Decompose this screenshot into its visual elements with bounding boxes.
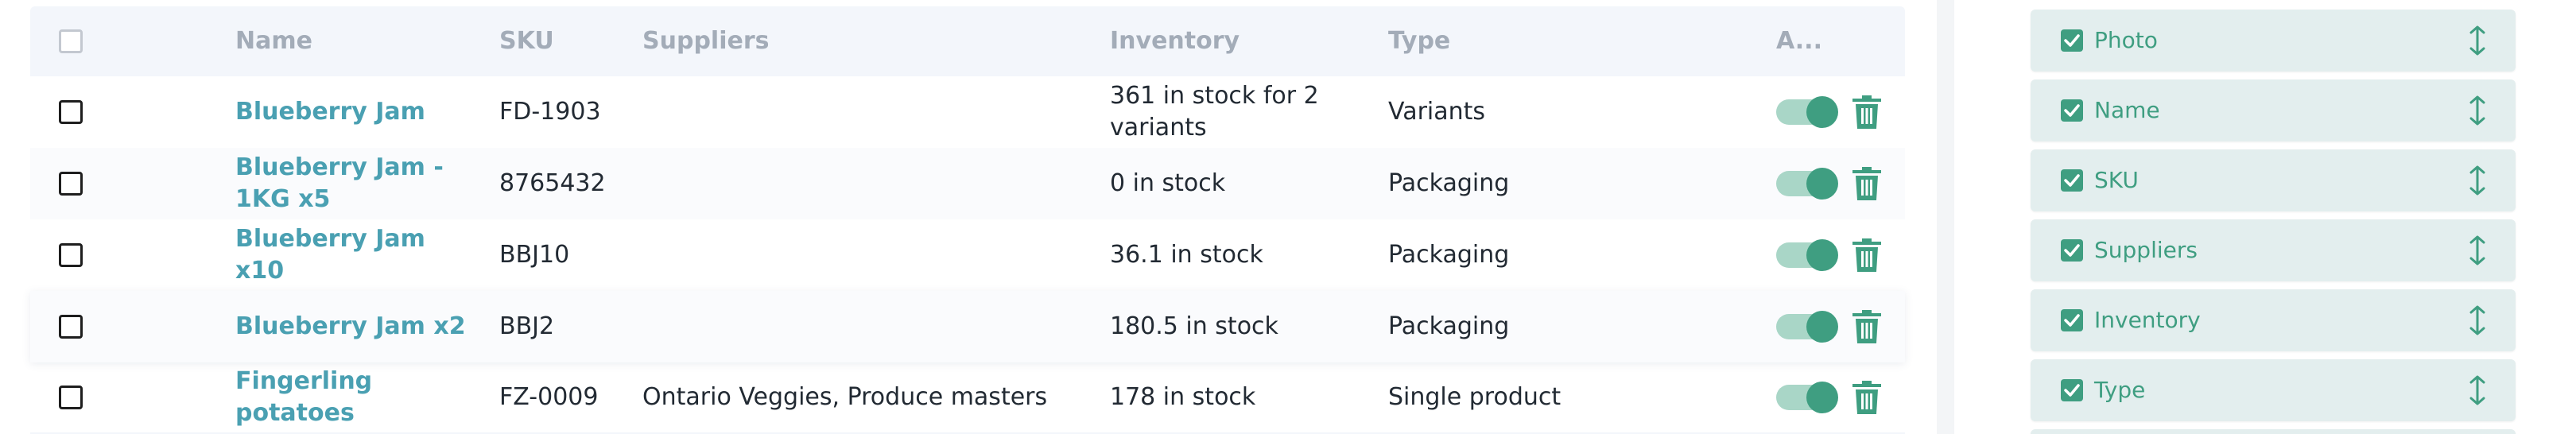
column-header-actions[interactable]: A... (1776, 25, 1822, 57)
product-name-link[interactable]: Blueberry Jam - 1KG x5 (235, 152, 482, 215)
row-checkbox[interactable] (59, 172, 83, 196)
products-page: Name SKU Suppliers Inventory Type A... B… (0, 0, 2576, 434)
active-toggle[interactable] (1776, 382, 1838, 413)
check-icon (2064, 244, 2080, 257)
column-visible-checkbox[interactable] (2061, 29, 2083, 52)
drag-handle-icon[interactable] (2468, 374, 2487, 406)
trash-icon[interactable] (1852, 310, 1881, 343)
column-setting-label: Type (2094, 377, 2146, 403)
product-inventory: 0 in stock (1110, 169, 1226, 197)
row-checkbox[interactable] (59, 315, 83, 339)
product-sku: BBJ2 (499, 312, 555, 340)
product-inventory: 361 in stock for 2 variants (1110, 82, 1319, 141)
trash-icon[interactable] (1852, 381, 1881, 414)
row-checkbox[interactable] (59, 100, 83, 124)
check-icon (2064, 34, 2080, 47)
trash-icon[interactable] (1852, 95, 1881, 129)
product-sku: FZ-0009 (499, 383, 599, 411)
active-toggle[interactable] (1776, 96, 1838, 128)
products-table: Name SKU Suppliers Inventory Type A... B… (30, 6, 1905, 434)
column-setting-item[interactable]: Name (2031, 79, 2516, 141)
active-toggle[interactable] (1776, 168, 1838, 200)
column-header-suppliers[interactable]: Suppliers (642, 25, 769, 57)
product-name-link[interactable]: Blueberry Jam x10 (235, 223, 482, 287)
panel-divider (1937, 0, 1954, 434)
drag-handle-icon[interactable] (2468, 25, 2487, 56)
row-checkbox[interactable] (59, 243, 83, 267)
check-icon (2064, 314, 2080, 327)
product-sku: BBJ10 (499, 241, 570, 269)
column-settings-panel: Photo Name SKU Suppliers Inventory Type (1954, 0, 2576, 434)
toggle-knob (1806, 239, 1838, 271)
drag-handle-icon[interactable] (2468, 165, 2487, 196)
toggle-knob (1806, 96, 1838, 128)
column-setting-label: SKU (2094, 167, 2139, 193)
product-inventory: 178 in stock (1110, 383, 1256, 411)
column-setting-label: Name (2094, 97, 2160, 123)
row-checkbox[interactable] (59, 386, 83, 409)
active-toggle[interactable] (1776, 239, 1838, 271)
table-row: Blueberry Jam - 1KG x5 8765432 0 in stoc… (30, 148, 1905, 219)
active-toggle[interactable] (1776, 311, 1838, 343)
column-header-type[interactable]: Type (1388, 25, 1450, 57)
column-visible-checkbox[interactable] (2061, 99, 2083, 122)
toggle-knob (1806, 168, 1838, 200)
row-actions (1776, 167, 1881, 200)
table-row: Blueberry Jam x10 BBJ10 36.1 in stock Pa… (30, 219, 1905, 291)
column-header-name[interactable]: Name (235, 25, 482, 57)
product-name-link[interactable]: Fingerling potatoes (235, 366, 482, 429)
check-icon (2064, 384, 2080, 397)
column-setting-label: Suppliers (2094, 237, 2198, 263)
product-inventory: 36.1 in stock (1110, 241, 1263, 269)
product-type: Single product (1388, 383, 1562, 411)
column-visible-checkbox[interactable] (2061, 309, 2083, 331)
drag-handle-icon[interactable] (2468, 304, 2487, 336)
row-actions (1776, 381, 1881, 414)
column-visible-checkbox[interactable] (2061, 239, 2083, 262)
product-type: Packaging (1388, 312, 1510, 340)
column-setting-item[interactable]: Photo (2031, 10, 2516, 72)
product-name-link[interactable]: Blueberry Jam (235, 96, 482, 128)
column-setting-item[interactable]: SKU (2031, 149, 2516, 211)
column-visible-checkbox[interactable] (2061, 169, 2083, 192)
column-setting-item[interactable]: Type (2031, 359, 2516, 421)
select-all-checkbox[interactable] (59, 29, 83, 53)
product-sku: FD-1903 (499, 98, 601, 126)
table-row: Blueberry Jam x2 BBJ2 180.5 in stock Pac… (30, 291, 1905, 362)
column-setting-label: Photo (2094, 27, 2158, 53)
table-row: Fingerling potatoes FZ-0009 Ontario Vegg… (30, 362, 1905, 434)
row-actions (1776, 310, 1881, 343)
column-setting-label: Inventory (2094, 307, 2201, 333)
product-sku: 8765432 (499, 169, 606, 197)
row-actions (1776, 238, 1881, 272)
check-icon (2064, 104, 2080, 117)
toggle-knob (1806, 382, 1838, 413)
table-header-row: Name SKU Suppliers Inventory Type A... (30, 6, 1905, 76)
product-type: Packaging (1388, 169, 1510, 197)
table-row: Blueberry Jam FD-1903 361 in stock for 2… (30, 76, 1905, 148)
product-suppliers: Ontario Veggies, Produce masters (642, 383, 1048, 411)
column-setting-item[interactable]: Suppliers (2031, 219, 2516, 281)
toggle-knob (1806, 311, 1838, 343)
drag-handle-icon[interactable] (2468, 95, 2487, 126)
check-icon (2064, 174, 2080, 187)
product-type: Packaging (1388, 241, 1510, 269)
column-visible-checkbox[interactable] (2061, 379, 2083, 401)
product-name-link[interactable]: Blueberry Jam x2 (235, 311, 482, 343)
row-actions (1776, 95, 1881, 129)
trash-icon[interactable] (1852, 238, 1881, 272)
column-setting-item[interactable]: Inventory (2031, 289, 2516, 351)
column-header-sku[interactable]: SKU (499, 25, 554, 57)
product-type: Variants (1388, 98, 1486, 126)
product-inventory: 180.5 in stock (1110, 312, 1278, 340)
column-setting-item-partial (2031, 429, 2516, 434)
trash-icon[interactable] (1852, 167, 1881, 200)
drag-handle-icon[interactable] (2468, 234, 2487, 266)
column-header-inventory[interactable]: Inventory (1110, 25, 1356, 57)
